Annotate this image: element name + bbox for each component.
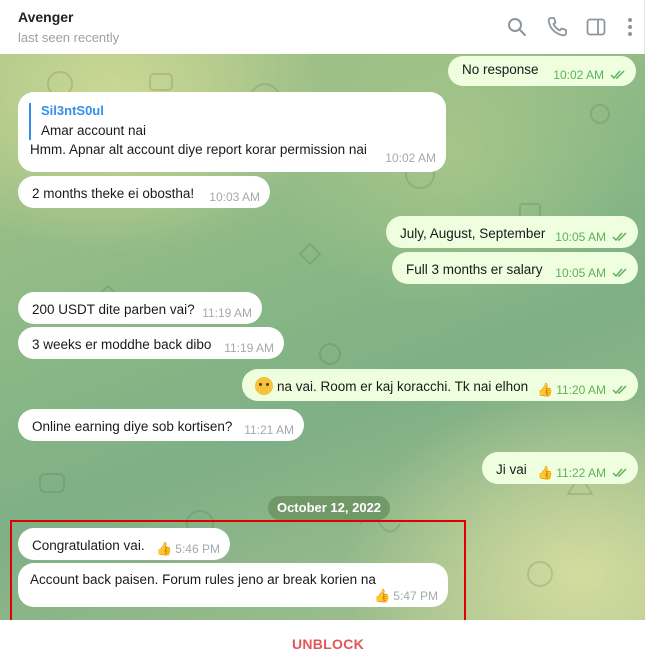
message-time: 👍 11:20 AM: [537, 382, 628, 398]
message-time: 👍 5:46 PM: [156, 541, 220, 557]
message-bubble[interactable]: 3 weeks er moddhe back dibo 11:19 AM: [18, 327, 284, 359]
message-time: 11:19 AM: [224, 341, 274, 355]
message-bubble[interactable]: July, August, September 10:05 AM: [386, 216, 638, 248]
message-text: 3 weeks er moddhe back dibo: [32, 337, 212, 352]
message-text: 2 months theke ei obostha!: [32, 186, 195, 201]
message-time-text: 11:20 AM: [556, 383, 606, 397]
message-time-text: 10:02 AM: [553, 68, 604, 82]
message-bubble[interactable]: na vai. Room er kaj koracchi. Tk nai elh…: [242, 369, 638, 401]
message-time: 10:05 AM: [555, 265, 628, 281]
message-time-text: 5:47 PM: [393, 589, 438, 603]
reply-text: Amar account nai: [41, 123, 147, 138]
read-check-icon: [612, 268, 627, 278]
message-text: Ji vai: [496, 462, 527, 477]
more-vertical-icon[interactable]: [618, 15, 642, 39]
message-bubble-with-reply[interactable]: Sil3ntS0ul Amar account nai Hmm. Apnar a…: [18, 92, 446, 172]
chat-header: Avenger last seen recently: [0, 0, 645, 54]
message-time-text: 10:05 AM: [555, 230, 606, 244]
message-text: Hmm. Apnar alt account diye report korar…: [30, 142, 367, 157]
grimacing-face-emoji-icon: [255, 377, 273, 395]
message-text: Account back paisen. Forum rules jeno ar…: [30, 572, 376, 587]
message-bubble[interactable]: 2 months theke ei obostha! 10:03 AM: [18, 176, 270, 208]
message-bubble[interactable]: No response 10:02 AM: [448, 56, 636, 86]
thumbs-up-reaction-icon[interactable]: 👍: [537, 382, 553, 397]
chat-footer: UNBLOCK: [0, 620, 645, 669]
message-text: na vai. Room er kaj koracchi. Tk nai elh…: [277, 379, 529, 394]
message-time: 11:21 AM: [244, 423, 294, 437]
message-text: Full 3 months er salary: [406, 262, 543, 277]
message-text: No response: [462, 62, 539, 77]
date-separator: October 12, 2022: [268, 496, 390, 520]
reply-author: Sil3ntS0ul: [41, 103, 104, 118]
message-bubble[interactable]: 200 USDT dite parben vai? 11:19 AM: [18, 292, 262, 324]
thumbs-up-reaction-icon[interactable]: 👍: [374, 588, 390, 603]
read-check-icon: [610, 70, 625, 80]
message-time-text: 11:22 AM: [556, 466, 606, 480]
message-time: 11:19 AM: [202, 306, 252, 320]
phone-icon[interactable]: [545, 15, 569, 39]
message-bubble[interactable]: Online earning diye sob kortisen? 11:21 …: [18, 409, 304, 441]
message-text: July, August, September: [400, 226, 546, 241]
thumbs-up-reaction-icon[interactable]: 👍: [537, 465, 553, 480]
search-icon[interactable]: [505, 15, 529, 39]
message-bubble[interactable]: Account back paisen. Forum rules jeno ar…: [18, 563, 448, 607]
read-check-icon: [612, 468, 627, 478]
message-bubble[interactable]: Full 3 months er salary 10:05 AM: [392, 252, 638, 284]
message-time: 👍 5:47 PM: [374, 588, 438, 604]
chat-status: last seen recently: [18, 30, 120, 45]
message-text: Congratulation vai.: [32, 538, 145, 553]
unblock-button[interactable]: UNBLOCK: [280, 633, 376, 655]
message-time-text: 5:46 PM: [175, 542, 220, 556]
sidebar-toggle-icon[interactable]: [584, 15, 608, 39]
chat-title[interactable]: Avenger: [18, 9, 74, 25]
chat-area[interactable]: No response 10:02 AM Sil3ntS0ul Amar acc…: [0, 54, 645, 620]
scrollbar-track[interactable]: [645, 0, 657, 669]
message-bubble[interactable]: Ji vai 👍 11:22 AM: [482, 452, 638, 484]
message-time: 10:05 AM: [555, 229, 628, 245]
message-time: 10:03 AM: [209, 190, 260, 204]
message-time-text: 10:05 AM: [555, 266, 606, 280]
message-time: 👍 11:22 AM: [537, 465, 628, 481]
message-time: 10:02 AM: [385, 151, 436, 165]
thumbs-up-reaction-icon[interactable]: 👍: [156, 541, 172, 556]
message-text: 200 USDT dite parben vai?: [32, 302, 195, 317]
read-check-icon: [612, 385, 627, 395]
read-check-icon: [612, 232, 627, 242]
message-time: 10:02 AM: [553, 67, 626, 83]
message-text: Online earning diye sob kortisen?: [32, 419, 233, 434]
message-bubble[interactable]: Congratulation vai. 👍 5:46 PM: [18, 528, 230, 560]
reply-quote[interactable]: Sil3ntS0ul Amar account nai: [29, 103, 146, 140]
